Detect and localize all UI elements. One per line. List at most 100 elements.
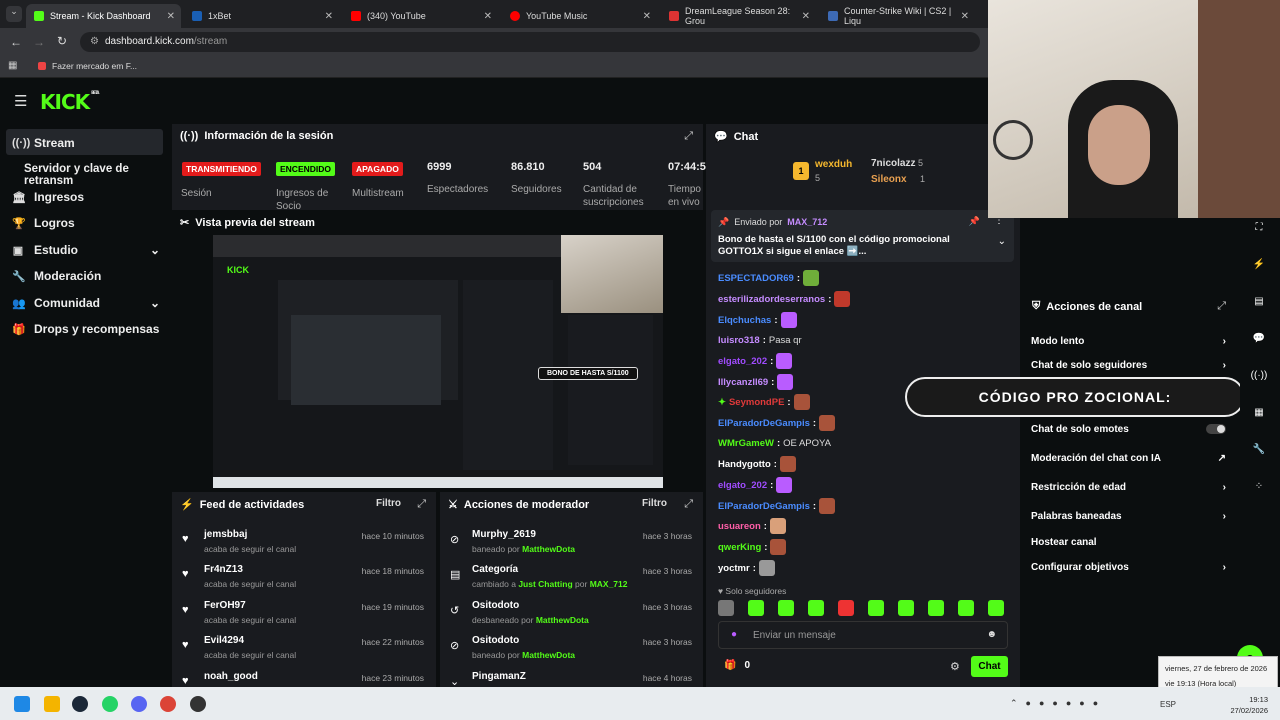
emote-button[interactable] (778, 600, 794, 616)
leader-name[interactable]: 7nicolazz (871, 158, 915, 169)
emote-button[interactable] (928, 600, 944, 616)
obs-icon[interactable] (190, 696, 206, 712)
chat-message[interactable]: esterilizadordeserranos: (718, 291, 851, 307)
nodes-icon[interactable]: ⁘ (1248, 475, 1270, 497)
tab-list-button[interactable]: ⌄ (6, 6, 22, 22)
action-host-channel[interactable]: Hostear canal (1031, 533, 1226, 551)
chat-username[interactable]: elgato_202 (718, 480, 767, 491)
chat-message[interactable]: luisro318: Pasa qr (718, 332, 802, 348)
chat-message[interactable]: Handygotto: (718, 456, 796, 472)
sidebar-item-stream[interactable]: ((·)) Stream (12, 136, 75, 150)
kick-logo[interactable]: KICK BETA (40, 90, 99, 114)
feed-user[interactable]: jemsbbaj (204, 529, 247, 540)
document-icon[interactable]: ▤ (1248, 290, 1270, 312)
hamburger-menu-icon[interactable]: ☰ (14, 92, 27, 110)
feed-row[interactable]: ♥ noah_good hace 23 minutos (172, 671, 432, 687)
feed-user[interactable]: Evil4294 (204, 635, 244, 646)
mod-user[interactable]: MAX_712 (590, 579, 628, 589)
grid-icon[interactable]: ▦ (1248, 401, 1270, 423)
expand-icon[interactable]: ⤢ (684, 498, 693, 511)
mod-row[interactable]: ⊘ Murphy_2619 baneado por MatthewDota hace … (440, 529, 700, 565)
chat-username[interactable]: yoctmr (718, 563, 750, 574)
sidebar-item-studio[interactable]: ▣ Estudio ⌄ (12, 243, 160, 257)
chat-message[interactable]: elgato_202: (718, 477, 793, 493)
mod-row[interactable]: ⌄ PingamanZ hace 4 horas (440, 671, 700, 687)
chat-username[interactable]: qwerKing (718, 542, 761, 553)
wrench-icon[interactable]: 🔧 (1248, 438, 1270, 460)
chat-message[interactable]: WMrGameW: OE APOYA (718, 435, 831, 451)
feed-row[interactable]: ♥ Fr4nZ13 acaba de seguir el canal hace 18 … (172, 564, 432, 600)
stream-preview-video[interactable]: KICK BONO DE HASTA S/1100 (213, 235, 663, 488)
sidebar-item-achievements[interactable]: 🏆 Logros (12, 216, 75, 230)
chat-username[interactable]: usuareon (718, 521, 761, 532)
whatsapp-icon[interactable] (102, 696, 118, 712)
chat-username[interactable]: ElParadorDeGampis (718, 418, 810, 429)
site-info-icon[interactable]: ⚙ (90, 36, 99, 47)
emote-button[interactable] (958, 600, 974, 616)
mod-target[interactable]: Categoría (472, 564, 518, 575)
action-age-restriction[interactable]: Restricción de edad › (1031, 478, 1226, 496)
chat-message[interactable]: ElParadorDeGampis: (718, 415, 836, 431)
chat-username[interactable]: WMrGameW (718, 438, 774, 449)
chat-message[interactable]: Elqchuchas: (718, 312, 797, 328)
emote-button[interactable] (748, 600, 764, 616)
mod-target[interactable]: PingamanZ (472, 671, 526, 682)
bolt-icon[interactable]: ⚡ (1248, 253, 1270, 275)
feed-filter-button[interactable]: Filtro (376, 498, 401, 509)
mod-row[interactable]: ⊘ Ositodoto baneado por MatthewDota hace 3 … (440, 635, 700, 671)
feed-user[interactable]: noah_good (204, 671, 258, 682)
tab-counter-strike[interactable]: Counter-Strike Wiki | CS2 | Liqu ✕ (820, 4, 975, 28)
chat-message[interactable]: elgato_202: (718, 353, 793, 369)
chat-message[interactable]: yoctmr: (718, 560, 775, 576)
chat-username[interactable]: SeymondPE (729, 397, 784, 408)
close-icon[interactable]: ✕ (643, 11, 651, 22)
close-icon[interactable]: ✕ (484, 11, 492, 22)
chat-username[interactable]: ElParadorDeGampis (718, 501, 810, 512)
tab-youtube[interactable]: (340) YouTube ✕ (343, 4, 498, 28)
emote-button[interactable] (868, 600, 884, 616)
chevron-down-icon[interactable]: ⌄ (150, 296, 160, 310)
emotes-only-toggle[interactable] (1206, 424, 1226, 434)
language-indicator[interactable]: ESP (1160, 700, 1176, 709)
chevron-down-icon[interactable]: ⌄ (998, 236, 1006, 247)
points-display[interactable]: 🎁 0 (724, 660, 750, 671)
chat-username[interactable]: elgato_202 (718, 356, 767, 367)
mod-target[interactable]: Ositodoto (472, 635, 519, 646)
emoji-icon[interactable]: ☻ (986, 629, 997, 640)
chat-message[interactable]: Illycanzll69: (718, 374, 794, 390)
sidebar-item-community[interactable]: 👥 Comunidad ⌄ (12, 296, 160, 310)
unpin-icon[interactable]: 📌 (969, 216, 980, 227)
feed-user[interactable]: Fr4nZ13 (204, 564, 243, 575)
action-slow-mode[interactable]: Modo lento › (1031, 332, 1226, 350)
chat-username[interactable]: Elqchuchas (718, 315, 771, 326)
crop-icon[interactable]: ⛶ (1248, 216, 1270, 238)
chat-username[interactable]: luisro318 (718, 335, 760, 346)
pinned-user[interactable]: MAX_712 (787, 217, 827, 228)
chrome-icon[interactable] (160, 696, 176, 712)
chat-message[interactable]: qwerKing: (718, 539, 787, 555)
close-icon[interactable]: ✕ (961, 11, 969, 22)
emote-button[interactable] (718, 600, 734, 616)
forward-icon[interactable]: → (33, 35, 45, 49)
action-configure-goals[interactable]: Configurar objetivos › (1031, 558, 1226, 576)
action-emotes-only[interactable]: Chat de solo emotes (1031, 420, 1226, 438)
leader-name[interactable]: Sileonx (871, 174, 907, 185)
action-banned-words[interactable]: Palabras baneadas › (1031, 507, 1226, 525)
steam-icon[interactable] (72, 696, 88, 712)
sidebar-item-income[interactable]: 🏛 Ingresos (12, 190, 84, 204)
chat-message[interactable]: usuareon: (718, 518, 786, 534)
file-explorer-icon[interactable] (44, 696, 60, 712)
chat-message[interactable]: ✦ SeymondPE: (718, 394, 810, 410)
close-icon[interactable]: ✕ (167, 11, 175, 22)
settings-gear-icon[interactable]: ⚙ (950, 660, 960, 673)
mod-target[interactable]: Murphy_2619 (472, 529, 536, 540)
chat-username[interactable]: Illycanzll69 (718, 377, 768, 388)
broadcast-icon[interactable]: ((·)) (1248, 364, 1270, 386)
tab-youtube-music[interactable]: YouTube Music ✕ (502, 4, 657, 28)
mod-row[interactable]: ↺ Ositodoto desbaneado por MatthewDota hace… (440, 600, 700, 636)
emote-button[interactable] (808, 600, 824, 616)
pinned-message[interactable]: 📌 Enviado por MAX_712 Bono de hasta el S/1… (711, 210, 1014, 262)
sidebar-item-moderation[interactable]: 🔧 Moderación (12, 269, 101, 283)
bookmark-item[interactable]: Fazer mercado em F... (38, 61, 137, 71)
chat-username[interactable]: esterilizadordeserranos (718, 294, 825, 305)
